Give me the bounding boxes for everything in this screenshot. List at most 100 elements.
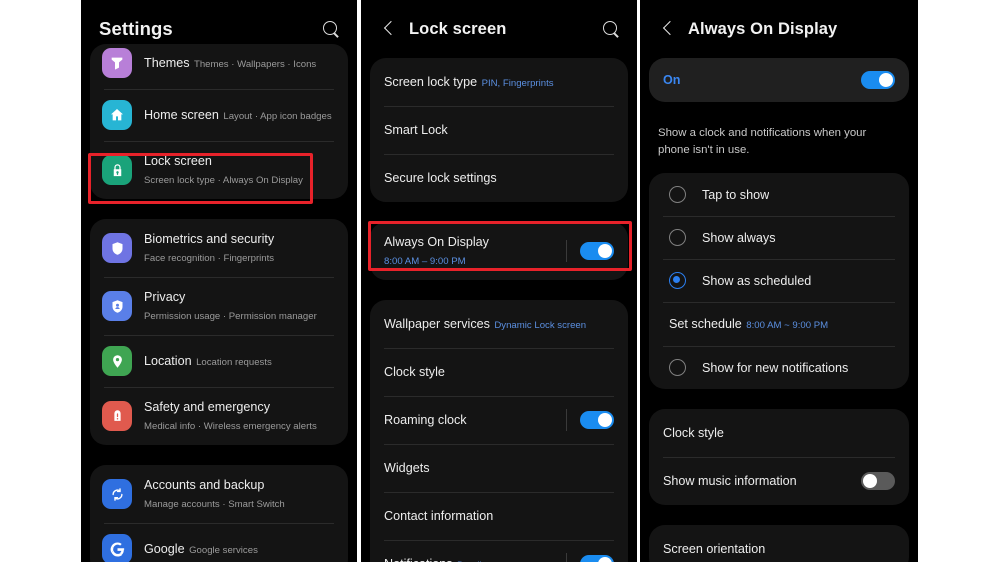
location-pin-icon bbox=[102, 346, 132, 376]
list-item-screen-lock-type[interactable]: Screen lock type PIN, Fingerprints bbox=[370, 58, 628, 106]
toggle-wrap bbox=[566, 240, 614, 262]
group-gap bbox=[640, 400, 918, 409]
list-item-secure-lock-settings[interactable]: Secure lock settings bbox=[370, 154, 628, 202]
list-item-screen-orientation[interactable]: Screen orientation bbox=[649, 525, 909, 562]
back-chevron-icon[interactable] bbox=[658, 18, 680, 40]
list-item-google[interactable]: Google Google services bbox=[90, 523, 348, 562]
list-item-biometrics[interactable]: Biometrics and security Face recognition… bbox=[90, 219, 348, 277]
list-item-wallpaper-services[interactable]: Wallpaper services Dynamic Lock screen bbox=[370, 300, 628, 348]
list-item-title: Smart Lock bbox=[384, 123, 448, 137]
list-item-text: Clock style bbox=[663, 424, 895, 442]
radio-button-selected[interactable] bbox=[669, 272, 686, 289]
list-item-subtitle: Face recognition · Fingerprints bbox=[144, 253, 275, 264]
list-item-safety-emergency[interactable]: Safety and emergency Medical info · Wire… bbox=[90, 387, 348, 445]
list-item-title: Location bbox=[144, 354, 192, 368]
phone-panel-lock-screen: Lock screen Screen lock type PIN, Finger… bbox=[361, 0, 637, 562]
toggle-knob bbox=[598, 244, 612, 258]
list-item-title: Secure lock settings bbox=[384, 171, 497, 185]
screenshot-root: Settings Themes Themes · Wallpapers · Ic… bbox=[0, 0, 1000, 562]
list-item-title: Clock style bbox=[663, 426, 724, 440]
list-item-text: Wallpaper services Dynamic Lock screen bbox=[384, 315, 614, 333]
list-item-text: Screen lock type PIN, Fingerprints bbox=[384, 73, 614, 91]
list-item-subtitle: Screen lock type · Always On Display bbox=[144, 175, 303, 186]
themes-icon bbox=[102, 48, 132, 78]
list-item-text: Secure lock settings bbox=[384, 169, 614, 187]
list-item-set-schedule[interactable]: Set schedule 8:00 AM ~ 9:00 PM bbox=[649, 302, 909, 346]
list-item-title: Biometrics and security bbox=[144, 232, 275, 246]
list-item-accounts-backup[interactable]: Accounts and backup Manage accounts · Sm… bbox=[90, 465, 348, 523]
toggle-knob bbox=[879, 73, 893, 87]
list-item-themes[interactable]: Themes Themes · Wallpapers · Icons bbox=[90, 44, 348, 89]
list-item-title: Roaming clock bbox=[384, 413, 467, 427]
list-item-home-screen[interactable]: Home screen Layout · App icon badges bbox=[90, 89, 348, 141]
group-gap bbox=[361, 213, 637, 222]
list-item-contact-information[interactable]: Contact information bbox=[370, 492, 628, 540]
list-item-text: Smart Lock bbox=[384, 121, 614, 139]
notifications-toggle[interactable] bbox=[580, 555, 614, 562]
list-item-clock-style[interactable]: Clock style bbox=[370, 348, 628, 396]
list-item-location[interactable]: Location Location requests bbox=[90, 335, 348, 387]
aod-group-last: Screen orientation bbox=[649, 525, 909, 562]
group-gap bbox=[81, 456, 357, 465]
list-item-privacy[interactable]: Privacy Permission usage · Permission ma… bbox=[90, 277, 348, 335]
list-item-text: Screen orientation bbox=[663, 540, 895, 558]
list-item-roaming-clock[interactable]: Roaming clock bbox=[370, 396, 628, 444]
radio-button[interactable] bbox=[669, 359, 686, 376]
list-item-clock-style[interactable]: Clock style bbox=[649, 409, 909, 457]
list-item-notifications[interactable]: Notifications Details bbox=[370, 540, 628, 562]
list-item-widgets[interactable]: Widgets bbox=[370, 444, 628, 492]
show-music-information-toggle[interactable] bbox=[861, 472, 895, 490]
list-item-subtitle: PIN, Fingerprints bbox=[481, 78, 554, 89]
list-item-subtitle: Manage accounts · Smart Switch bbox=[144, 499, 285, 510]
lock-screen-group-2: Always On Display 8:00 AM – 9:00 PM bbox=[370, 222, 628, 280]
description-text: Show a clock and notifications when your… bbox=[658, 127, 867, 156]
option-show-as-scheduled[interactable]: Show as scheduled bbox=[649, 259, 909, 302]
list-item-title: Accounts and backup bbox=[144, 478, 265, 492]
radio-button[interactable] bbox=[669, 229, 686, 246]
master-toggle[interactable] bbox=[861, 71, 895, 89]
search-icon[interactable] bbox=[321, 19, 341, 39]
master-toggle-label: On bbox=[663, 73, 681, 87]
option-show-for-new-notifications[interactable]: Show for new notifications bbox=[649, 346, 909, 389]
list-item-text: Google Google services bbox=[144, 540, 334, 558]
toggle-knob bbox=[598, 557, 612, 562]
list-item-title: Clock style bbox=[384, 365, 445, 379]
list-item-subtitle: Themes · Wallpapers · Icons bbox=[193, 59, 317, 70]
page-title: Lock screen bbox=[409, 19, 507, 38]
toggle-wrap bbox=[566, 409, 614, 431]
list-item-always-on-display[interactable]: Always On Display 8:00 AM – 9:00 PM bbox=[370, 222, 628, 280]
master-toggle-row[interactable]: On bbox=[649, 58, 909, 102]
lock-screen-group-1: Screen lock type PIN, Fingerprints Smart… bbox=[370, 58, 628, 202]
list-item-lock-screen[interactable]: Lock screen Screen lock type · Always On… bbox=[90, 141, 348, 199]
list-item-title: Contact information bbox=[384, 509, 494, 523]
list-item-title: Widgets bbox=[384, 461, 430, 475]
emergency-icon bbox=[102, 401, 132, 431]
list-item-title: Safety and emergency bbox=[144, 400, 271, 414]
option-show-always[interactable]: Show always bbox=[649, 216, 909, 259]
list-item-subtitle: Google services bbox=[189, 545, 258, 556]
list-item-text: Set schedule 8:00 AM ~ 9:00 PM bbox=[669, 315, 895, 333]
list-item-show-music-information[interactable]: Show music information bbox=[649, 457, 909, 505]
list-item-subtitle: Location requests bbox=[196, 357, 272, 368]
group-gap bbox=[361, 291, 637, 300]
list-item-smart-lock[interactable]: Smart Lock bbox=[370, 106, 628, 154]
list-item-text: Always On Display 8:00 AM – 9:00 PM bbox=[384, 233, 566, 269]
toggle-divider bbox=[566, 553, 567, 562]
list-item-text: Contact information bbox=[384, 507, 614, 525]
search-icon[interactable] bbox=[601, 19, 621, 39]
list-item-text: Home screen Layout · App icon badges bbox=[144, 106, 334, 124]
roaming-clock-toggle[interactable] bbox=[580, 411, 614, 429]
list-item-title: Screen orientation bbox=[663, 542, 766, 556]
option-tap-to-show[interactable]: Tap to show bbox=[649, 173, 909, 216]
list-item-text: Clock style bbox=[384, 363, 614, 381]
list-item-subtitle: 8:00 AM – 9:00 PM bbox=[384, 256, 466, 267]
back-chevron-icon[interactable] bbox=[379, 18, 401, 40]
list-item-subtitle: Dynamic Lock screen bbox=[494, 320, 587, 331]
list-item-text: Biometrics and security Face recognition… bbox=[144, 230, 334, 266]
home-icon bbox=[102, 100, 132, 130]
aod-group-bottom: Clock style Show music information bbox=[649, 409, 909, 505]
list-item-title: Always On Display bbox=[384, 235, 489, 249]
radio-button[interactable] bbox=[669, 186, 686, 203]
list-item-subtitle: Medical info · Wireless emergency alerts bbox=[144, 421, 317, 432]
always-on-display-toggle[interactable] bbox=[580, 242, 614, 260]
